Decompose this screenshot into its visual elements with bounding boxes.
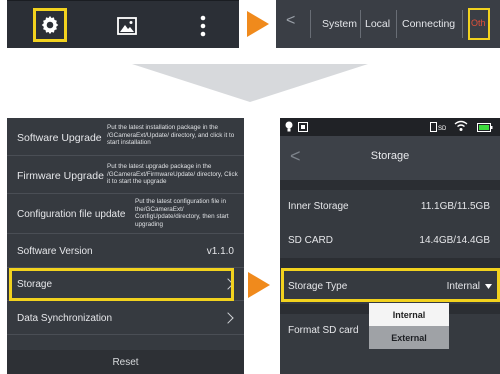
gear-icon bbox=[41, 15, 59, 35]
config-update-row[interactable]: Configuration file update Put the latest… bbox=[7, 194, 244, 234]
camera-toolbar bbox=[7, 0, 239, 48]
settings-tab-bar: < System Local Connecting bbox=[276, 0, 500, 48]
software-upgrade-row[interactable]: Software Upgrade Put the latest installa… bbox=[7, 118, 244, 156]
firmware-upgrade-label: Firmware Upgrade bbox=[17, 170, 104, 182]
gallery-button[interactable] bbox=[111, 11, 143, 41]
status-bar: SD bbox=[280, 118, 500, 136]
inner-storage-label: Inner Storage bbox=[288, 201, 349, 212]
flow-arrow-right-bottom bbox=[248, 272, 270, 298]
page-title: Storage bbox=[370, 150, 410, 162]
wifi-icon bbox=[454, 120, 468, 131]
sim-icon bbox=[298, 122, 308, 132]
tab-other-label: Oth bbox=[471, 18, 486, 28]
storage-type-highlight bbox=[281, 268, 500, 302]
sd-card-value: 14.4GB/14.4GB bbox=[419, 235, 490, 246]
tab-connecting[interactable]: Connecting bbox=[402, 12, 455, 36]
flow-arrow-right-top bbox=[247, 11, 269, 37]
firmware-upgrade-desc: Put the latest upgrade package in the /G… bbox=[107, 163, 238, 185]
format-sd-label: Format SD card bbox=[288, 325, 359, 336]
config-update-desc: Put the latest configuration file in the… bbox=[135, 198, 229, 228]
software-version-value: v1.1.0 bbox=[206, 246, 234, 257]
sd-icon: SD bbox=[430, 122, 446, 132]
battery-icon bbox=[477, 123, 493, 132]
system-settings-list: Software Upgrade Put the latest installa… bbox=[7, 118, 244, 374]
config-update-label: Configuration file update bbox=[17, 209, 126, 220]
storage-header: < Storage bbox=[280, 136, 500, 180]
tab-local[interactable]: Local bbox=[365, 12, 390, 36]
flow-arrow-down bbox=[132, 64, 368, 102]
sd-card-row: SD CARD 14.4GB/14.4GB bbox=[280, 224, 500, 258]
software-upgrade-label: Software Upgrade bbox=[17, 132, 102, 144]
image-icon bbox=[117, 17, 137, 35]
more-options-button[interactable] bbox=[187, 11, 219, 41]
settings-button[interactable] bbox=[33, 8, 67, 42]
option-external[interactable]: External bbox=[369, 326, 449, 349]
data-sync-label: Data Synchronization bbox=[17, 313, 113, 324]
software-version-label: Software Version bbox=[17, 246, 93, 257]
reset-button[interactable]: Reset bbox=[7, 350, 244, 374]
tab-divider bbox=[396, 10, 397, 38]
inner-storage-row: Inner Storage 11.1GB/11.5GB bbox=[280, 190, 500, 224]
tab-system[interactable]: System bbox=[322, 12, 357, 36]
software-version-row: Software Version v1.1.0 bbox=[7, 234, 244, 268]
sd-card-label: SD CARD bbox=[288, 235, 334, 246]
firmware-upgrade-row[interactable]: Firmware Upgrade Put the latest upgrade … bbox=[7, 156, 244, 194]
more-vertical-icon bbox=[200, 15, 206, 37]
chevron-right-icon bbox=[222, 312, 234, 324]
tab-divider bbox=[310, 10, 311, 38]
bulb-icon bbox=[285, 121, 293, 132]
tab-divider bbox=[462, 10, 463, 38]
inner-storage-value: 11.1GB/11.5GB bbox=[420, 201, 490, 212]
tab-divider bbox=[360, 10, 361, 38]
storage-type-dropdown: Internal External bbox=[369, 303, 449, 349]
svg-text:SD: SD bbox=[438, 126, 446, 132]
storage-row-highlight bbox=[9, 268, 234, 301]
tab-other-highlighted[interactable]: Oth bbox=[468, 8, 490, 40]
storage-screen: SD < Storage Inner Storage 11.1GB/11.5GB… bbox=[280, 118, 500, 374]
option-internal[interactable]: Internal bbox=[369, 303, 449, 326]
back-button[interactable]: < bbox=[286, 12, 295, 30]
software-upgrade-desc: Put the latest installation package in t… bbox=[107, 124, 235, 146]
section-gap bbox=[280, 180, 500, 190]
data-sync-row[interactable]: Data Synchronization bbox=[7, 301, 244, 335]
